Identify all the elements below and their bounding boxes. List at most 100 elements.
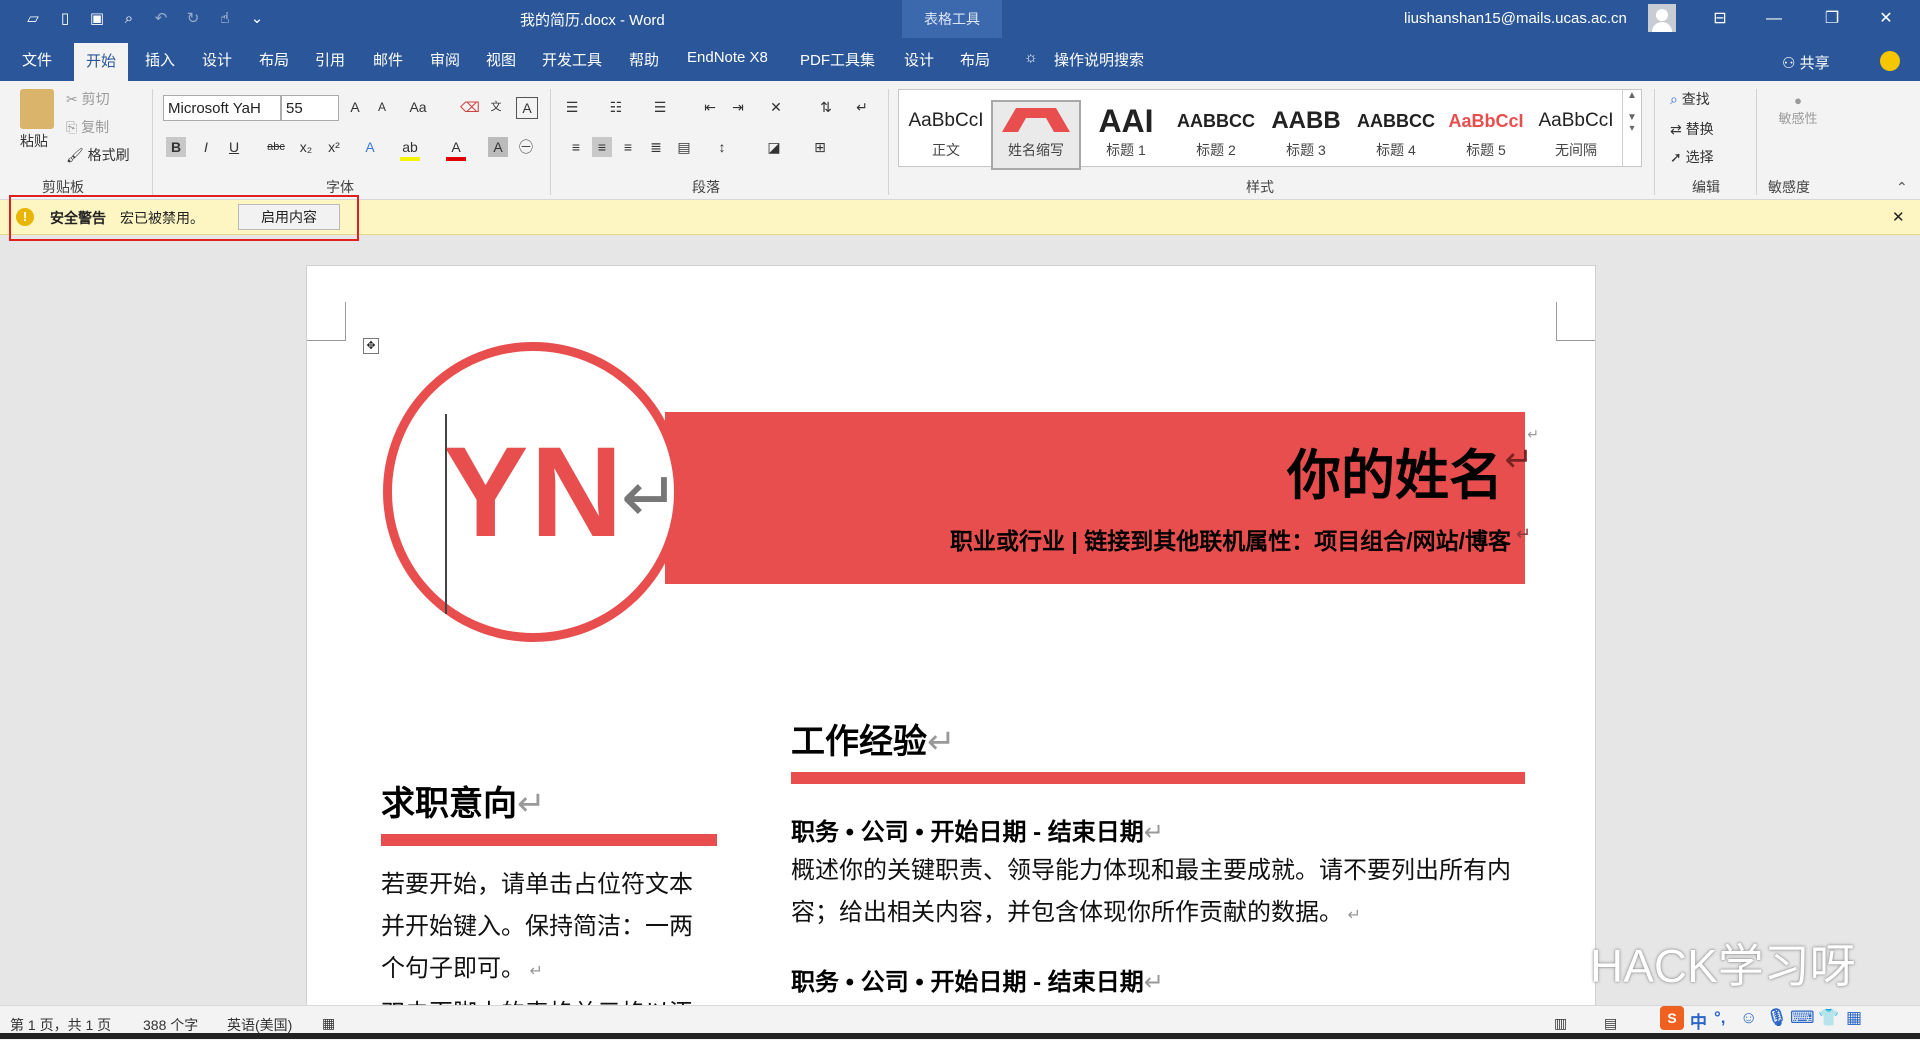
align-left-icon[interactable]: ≡ (566, 137, 586, 157)
style-no-spacing[interactable]: AaBbCcI 无间隔 (1533, 102, 1619, 168)
line-spacing-icon[interactable]: ↕ (712, 137, 732, 157)
tab-home[interactable]: 开始 (74, 43, 129, 85)
tab-endnote[interactable]: EndNote X8 (687, 49, 768, 66)
customize-qat-icon[interactable]: ⌄ (246, 9, 268, 29)
font-color-icon[interactable]: A (446, 137, 466, 161)
objective-text[interactable]: 若要开始，请单击占位符文本 并开始键入。保持简洁：一两 个句子即可。 ↵ 双击页… (381, 864, 693, 1006)
job-description[interactable]: 概述你的关键职责、领导能力体现和最主要成就。请不要列出所有内 容；给出相关内容，… (791, 850, 1511, 937)
multilevel-list-icon[interactable]: ☰ (650, 97, 670, 117)
paste-icon[interactable] (20, 89, 54, 129)
read-mode-icon[interactable]: ▥ (1554, 1015, 1567, 1032)
change-case-icon[interactable]: Aa (408, 97, 428, 117)
cut-button[interactable]: ✂ 剪切 (66, 89, 110, 109)
replace-button[interactable]: ⇄ 替换 (1670, 119, 1714, 139)
shrink-font-icon[interactable]: A (372, 97, 392, 117)
phonetic-guide-icon[interactable]: 文 (486, 97, 506, 117)
ime-language[interactable]: 中 (1690, 1008, 1707, 1033)
minimize-icon[interactable]: — (1754, 4, 1794, 34)
subscript-icon[interactable]: x₂ (296, 137, 316, 157)
align-right-icon[interactable]: ≡ (618, 137, 638, 157)
page-count[interactable]: 第 1 页，共 1 页 (10, 1015, 111, 1035)
text-effects-icon[interactable]: A (360, 137, 380, 157)
table-move-handle-icon[interactable]: ✥ (363, 338, 379, 354)
ime-keyboard-icon[interactable]: ⌨ (1790, 1008, 1815, 1028)
increase-indent-icon[interactable]: ⇥ (728, 97, 748, 117)
save-icon[interactable]: ▣ (86, 9, 108, 29)
strikethrough-icon[interactable]: abc (266, 137, 286, 157)
ribbon-display-options-icon[interactable]: ⊟ (1700, 4, 1740, 34)
new-doc-icon[interactable]: ▯ (54, 9, 76, 29)
font-size-combo[interactable]: 55 (281, 95, 339, 121)
collapse-ribbon-icon[interactable]: ⌃ (1896, 179, 1908, 196)
sort-icon[interactable]: ⇅ (816, 97, 836, 117)
italic-icon[interactable]: I (196, 137, 216, 157)
print-preview-icon[interactable]: ⌕ (118, 9, 140, 29)
character-shading-icon[interactable]: A (488, 137, 508, 157)
objective-title[interactable]: 求职意向↵ (381, 776, 546, 825)
character-border-icon[interactable]: A (516, 97, 538, 119)
bullets-icon[interactable]: ☰ (562, 97, 582, 117)
clear-formatting-icon[interactable]: ⌫ (460, 97, 480, 117)
show-marks-icon[interactable]: ↵ (852, 97, 872, 117)
numbering-icon[interactable]: ☷ (606, 97, 626, 117)
superscript-icon[interactable]: x² (324, 137, 344, 157)
macro-record-icon[interactable]: ▦ (322, 1015, 335, 1032)
feedback-smiley-icon[interactable] (1880, 51, 1900, 71)
shading-icon[interactable]: ◪ (764, 137, 784, 157)
tab-layout[interactable]: 布局 (259, 49, 289, 70)
copy-button[interactable]: ⎘ 复制 (66, 117, 109, 137)
format-painter-button[interactable]: 🖌 格式刷 (66, 145, 130, 165)
sogou-ime-icon[interactable]: S (1660, 1006, 1684, 1030)
open-folder-icon[interactable]: ▱ (22, 9, 44, 29)
tab-mailings[interactable]: 邮件 (373, 49, 403, 70)
style-heading-5[interactable]: AaBbCcI 标题 5 (1443, 102, 1529, 168)
close-icon[interactable]: ✕ (1892, 208, 1905, 226)
undo-icon[interactable]: ↶ (150, 9, 172, 29)
borders-icon[interactable]: ⊞ (810, 137, 830, 157)
tab-references[interactable]: 引用 (315, 49, 345, 70)
select-button[interactable]: ➚ 选择 (1670, 147, 1714, 167)
job-heading[interactable]: 职务 • 公司 • 开始日期 - 结束日期↵ (791, 812, 1164, 847)
tab-table-design[interactable]: 设计 (904, 49, 934, 70)
tab-help[interactable]: 帮助 (629, 49, 659, 70)
print-layout-icon[interactable]: ▤ (1604, 1015, 1617, 1032)
language-indicator[interactable]: 英语(美国) (227, 1015, 292, 1035)
grow-font-icon[interactable]: A (345, 97, 365, 117)
tab-review[interactable]: 审阅 (430, 49, 460, 70)
sensitivity-button[interactable]: ● 敏感性 (1778, 93, 1818, 127)
close-icon[interactable]: ✕ (1866, 4, 1906, 34)
job-heading[interactable]: 职务 • 公司 • 开始日期 - 结束日期↵ (791, 962, 1164, 997)
style-heading-2[interactable]: AABBCC 标题 2 (1173, 102, 1259, 168)
tab-pdf-tools[interactable]: PDF工具集 (800, 49, 875, 70)
tab-view[interactable]: 视图 (486, 49, 516, 70)
redo-icon[interactable]: ↻ (182, 9, 204, 29)
restore-icon[interactable]: ❐ (1812, 4, 1852, 34)
tab-insert[interactable]: 插入 (145, 49, 175, 70)
enclose-characters-icon[interactable]: ㊀ (516, 137, 536, 157)
font-name-combo[interactable]: Microsoft YaH (163, 95, 281, 121)
experience-title[interactable]: 工作经验↵ (791, 714, 956, 763)
style-initials[interactable]: 姓名缩写 (991, 100, 1081, 170)
bold-icon[interactable]: B (166, 137, 186, 157)
decrease-indent-icon[interactable]: ⇤ (700, 97, 720, 117)
style-normal[interactable]: AaBbCcI 正文 (903, 102, 989, 168)
distributed-icon[interactable]: ▤ (674, 137, 694, 157)
align-center-icon[interactable]: ≡ (592, 137, 612, 157)
document-page[interactable]: ✥ YN ↵ 你的姓名 ↵ 职业或行业 | 链接到其他联机属性：项目组合/网站/… (306, 265, 1596, 1007)
style-heading-4[interactable]: AABBCC 标题 4 (1353, 102, 1439, 168)
find-button[interactable]: ⌕ 查找 (1670, 89, 1710, 109)
justify-icon[interactable]: ≣ (646, 137, 666, 157)
highlight-color-icon[interactable]: ab (400, 137, 420, 161)
underline-icon[interactable]: U (224, 137, 244, 157)
word-count[interactable]: 388 个字 (143, 1015, 198, 1035)
chinese-layout-icon[interactable]: ✕ (766, 97, 786, 117)
ime-voice-icon[interactable]: 🎙 (1766, 1008, 1788, 1028)
ime-skin-icon[interactable]: 👕 (1818, 1008, 1839, 1028)
ime-emoji-icon[interactable]: ☺ (1740, 1008, 1757, 1028)
initials-text[interactable]: YN (443, 428, 625, 558)
avatar[interactable] (1648, 4, 1676, 32)
tell-me-search[interactable]: 操作说明搜索 (1054, 49, 1144, 70)
touch-mode-icon[interactable]: ☝ (214, 9, 236, 29)
share-button[interactable]: ⚇ 共享 (1782, 52, 1830, 73)
user-account-name[interactable]: liushanshan15@mails.ucas.ac.cn (1404, 10, 1627, 27)
